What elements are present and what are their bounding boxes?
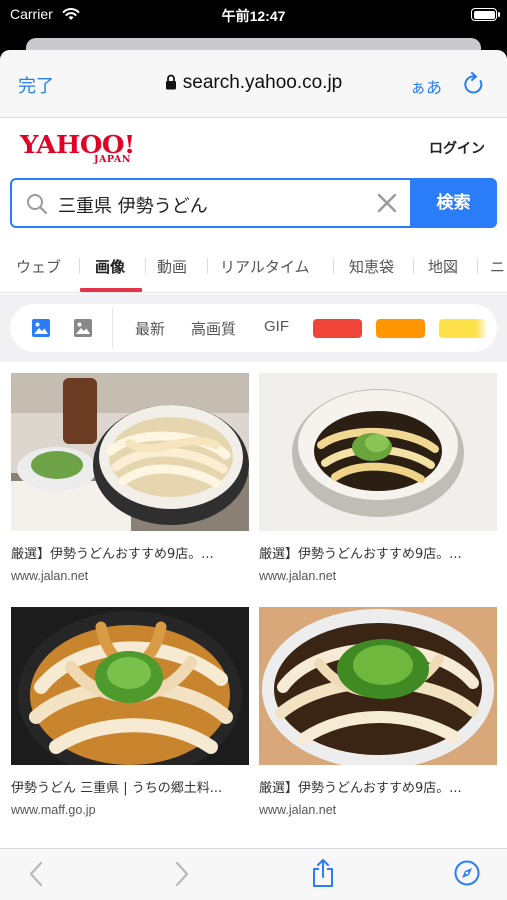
color-filter-red[interactable] bbox=[313, 319, 362, 338]
image-view-icon[interactable] bbox=[31, 318, 51, 342]
tab-divider bbox=[333, 258, 334, 274]
result-thumbnail[interactable] bbox=[11, 607, 249, 765]
filter-gif[interactable]: GIF bbox=[264, 318, 289, 335]
tab-divider bbox=[79, 258, 80, 274]
result-source: www.jalan.net bbox=[259, 803, 337, 817]
reload-icon[interactable] bbox=[463, 72, 485, 100]
filter-bar: 最新 高画質 GIF bbox=[0, 294, 507, 362]
yahoo-header: YAHOO! JAPAN ログイン bbox=[0, 118, 507, 174]
clock: 午前12:47 bbox=[221, 8, 286, 24]
reader-options-button[interactable]: ぁあ bbox=[410, 74, 442, 98]
result-card[interactable]: 厳選】伊勢うどんおすすめ9店。... www.jalan.net bbox=[11, 373, 249, 583]
filter-newest[interactable]: 最新 bbox=[135, 318, 165, 339]
color-filter-orange[interactable] bbox=[376, 319, 425, 338]
tab-realtime[interactable]: リアルタイム bbox=[220, 256, 310, 277]
active-tab-indicator bbox=[80, 288, 142, 292]
search-button[interactable]: 検索 bbox=[410, 178, 497, 228]
tab-images[interactable]: 画像 bbox=[95, 256, 125, 277]
clear-icon[interactable] bbox=[376, 192, 398, 218]
result-title[interactable]: 伊勢うどん 三重県 | うちの郷土料... bbox=[11, 777, 249, 796]
forward-icon[interactable] bbox=[174, 861, 190, 891]
result-card[interactable]: 厳選】伊勢うどんおすすめ9店。... www.jalan.net bbox=[259, 607, 497, 817]
result-card[interactable]: 厳選】伊勢うどんおすすめ9店。... www.jalan.net bbox=[259, 373, 497, 583]
filter-divider bbox=[112, 308, 113, 348]
tab-news[interactable]: ニ bbox=[490, 256, 505, 277]
result-title[interactable]: 厳選】伊勢うどんおすすめ9店。... bbox=[259, 543, 497, 562]
tab-chiebukuro[interactable]: 知恵袋 bbox=[349, 256, 394, 277]
result-title[interactable]: 厳選】伊勢うどんおすすめ9店。... bbox=[11, 543, 249, 562]
filter-high-quality[interactable]: 高画質 bbox=[191, 318, 236, 339]
address-text: search.yahoo.co.jp bbox=[182, 72, 343, 93]
image-filter-icon[interactable] bbox=[73, 318, 93, 342]
tab-divider bbox=[413, 258, 414, 274]
status-bar: Carrier 午前12:47 bbox=[0, 0, 507, 32]
lock-icon bbox=[165, 74, 177, 96]
result-card[interactable]: 伊勢うどん 三重県 | うちの郷土料... www.maff.go.jp bbox=[11, 607, 249, 817]
tab-divider bbox=[477, 258, 478, 274]
search-query: 三重県 伊勢うどん bbox=[58, 196, 208, 217]
result-thumbnail[interactable] bbox=[259, 373, 497, 531]
battery-icon bbox=[471, 8, 500, 21]
search-type-tabs: ウェブ 画像 動画 リアルタイム 知恵袋 地図 ニ bbox=[0, 240, 507, 293]
search-input[interactable]: 三重県 伊勢うどん bbox=[10, 178, 412, 228]
search-icon bbox=[26, 193, 48, 219]
login-link[interactable]: ログイン bbox=[429, 138, 485, 158]
tab-map[interactable]: 地図 bbox=[428, 256, 458, 277]
back-icon[interactable] bbox=[28, 861, 44, 891]
result-thumbnail[interactable] bbox=[259, 607, 497, 765]
tab-divider bbox=[145, 258, 146, 274]
safari-sheet: 完了 search.yahoo.co.jp ぁあ YAHOO! JAPAN ログ… bbox=[0, 50, 507, 900]
result-source: www.jalan.net bbox=[259, 569, 337, 583]
compass-icon[interactable] bbox=[454, 860, 480, 890]
result-thumbnail[interactable] bbox=[11, 373, 249, 531]
browser-nav-bar: 完了 search.yahoo.co.jp ぁあ bbox=[0, 50, 507, 118]
result-source: www.jalan.net bbox=[11, 569, 89, 583]
tab-video[interactable]: 動画 bbox=[157, 256, 187, 277]
logo-sub: JAPAN bbox=[94, 154, 131, 165]
share-icon[interactable] bbox=[311, 858, 335, 892]
color-filter-yellow[interactable] bbox=[439, 319, 488, 338]
result-source: www.maff.go.jp bbox=[11, 803, 96, 817]
tab-web[interactable]: ウェブ bbox=[16, 256, 61, 277]
tab-divider bbox=[207, 258, 208, 274]
browser-toolbar bbox=[0, 848, 507, 900]
yahoo-japan-logo[interactable]: YAHOO! JAPAN bbox=[20, 130, 150, 166]
result-title[interactable]: 厳選】伊勢うどんおすすめ9店。... bbox=[259, 777, 497, 796]
filter-pill: 最新 高画質 GIF bbox=[10, 304, 497, 352]
search-form: 三重県 伊勢うどん 検索 bbox=[10, 178, 497, 228]
